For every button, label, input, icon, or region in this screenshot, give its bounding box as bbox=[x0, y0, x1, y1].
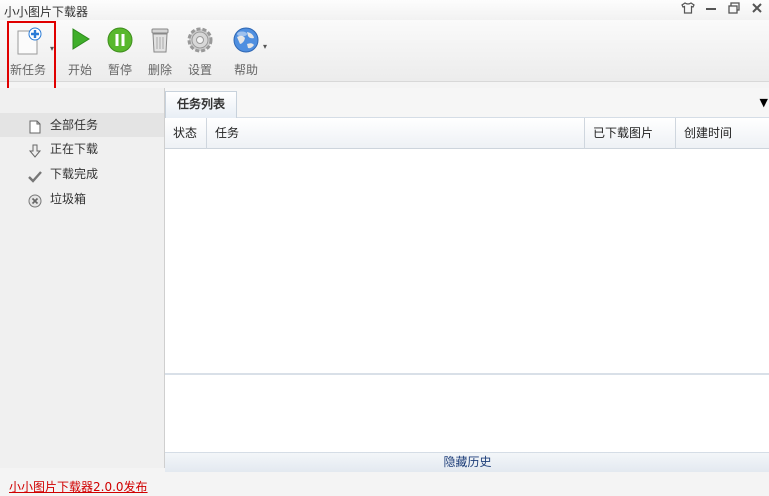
hide-history-button[interactable]: 隐藏历史 bbox=[165, 452, 769, 472]
column-header-status[interactable]: 状态 bbox=[165, 118, 207, 149]
help-dropdown-icon[interactable]: ▾ bbox=[263, 42, 267, 51]
start-label: 开始 bbox=[67, 63, 92, 77]
document-icon bbox=[28, 118, 42, 134]
settings-label: 设置 bbox=[187, 63, 212, 77]
sidebar-item-label: 正在下载 bbox=[50, 142, 99, 156]
sidebar-item-label: 垃圾箱 bbox=[50, 192, 87, 206]
start-button[interactable]: 开始 bbox=[63, 24, 97, 78]
minimize-icon[interactable] bbox=[703, 2, 719, 16]
column-header-task[interactable]: 任务 bbox=[207, 118, 585, 149]
task-panel: 任务列表 ▼ 状态 任务 已下载图片 创建时间 隐藏历史 bbox=[164, 88, 769, 472]
sidebar-item-downloading[interactable]: 正在下载 bbox=[0, 137, 164, 161]
help-label: 帮助 bbox=[233, 63, 258, 77]
gear-icon bbox=[186, 26, 214, 57]
delete-button[interactable]: 删除 bbox=[143, 24, 177, 78]
sidebar-item-label: 全部任务 bbox=[50, 118, 99, 132]
new-task-dropdown-icon[interactable]: ▾ bbox=[50, 44, 54, 53]
column-header-created[interactable]: 创建时间 bbox=[676, 118, 769, 149]
toolbar: 新任务 ▾ 开始 暂停 删除 设置 帮助 ▾ bbox=[0, 20, 769, 82]
panel-splitter[interactable] bbox=[165, 373, 769, 375]
play-icon bbox=[67, 26, 93, 55]
column-header-downloaded[interactable]: 已下载图片 bbox=[585, 118, 676, 149]
sidebar-item-completed[interactable]: 下载完成 bbox=[0, 162, 164, 186]
window-title: 小小图片下载器 bbox=[4, 5, 89, 19]
checkmark-icon bbox=[28, 167, 42, 183]
settings-button[interactable]: 设置 bbox=[183, 24, 217, 78]
trash-bin-icon bbox=[147, 26, 173, 57]
shirt-icon[interactable] bbox=[680, 2, 696, 16]
sidebar-item-label: 下载完成 bbox=[50, 167, 99, 181]
new-task-icon bbox=[13, 26, 43, 59]
tab-task-list[interactable]: 任务列表 bbox=[165, 91, 237, 118]
globe-icon bbox=[232, 26, 260, 57]
help-button[interactable]: 帮助 bbox=[229, 24, 263, 78]
status-bar: 小小图片下载器2.0.0发布 bbox=[0, 472, 769, 496]
new-task-button[interactable]: 新任务 bbox=[6, 24, 50, 78]
title-bar: 小小图片下载器 bbox=[0, 0, 769, 20]
download-arrow-icon bbox=[28, 142, 42, 158]
close-icon[interactable] bbox=[749, 2, 765, 16]
release-link[interactable]: 小小图片下载器2.0.0发布 bbox=[9, 478, 148, 495]
pause-icon bbox=[106, 26, 134, 57]
tab-dropdown-icon[interactable]: ▼ bbox=[760, 96, 768, 109]
restore-icon[interactable] bbox=[726, 2, 742, 16]
new-task-label: 新任务 bbox=[9, 63, 46, 77]
sidebar-item-all-tasks[interactable]: 全部任务 bbox=[0, 113, 164, 137]
trash-icon bbox=[28, 192, 42, 208]
sidebar-item-trash[interactable]: 垃圾箱 bbox=[0, 187, 164, 211]
delete-label: 删除 bbox=[147, 63, 172, 77]
pause-button[interactable]: 暂停 bbox=[103, 24, 137, 78]
pause-label: 暂停 bbox=[107, 63, 132, 77]
table-header: 状态 任务 已下载图片 创建时间 bbox=[165, 118, 769, 149]
sidebar: 全部任务 正在下载 下载完成 垃圾箱 bbox=[0, 88, 164, 468]
tab-strip: 任务列表 ▼ bbox=[165, 88, 769, 118]
